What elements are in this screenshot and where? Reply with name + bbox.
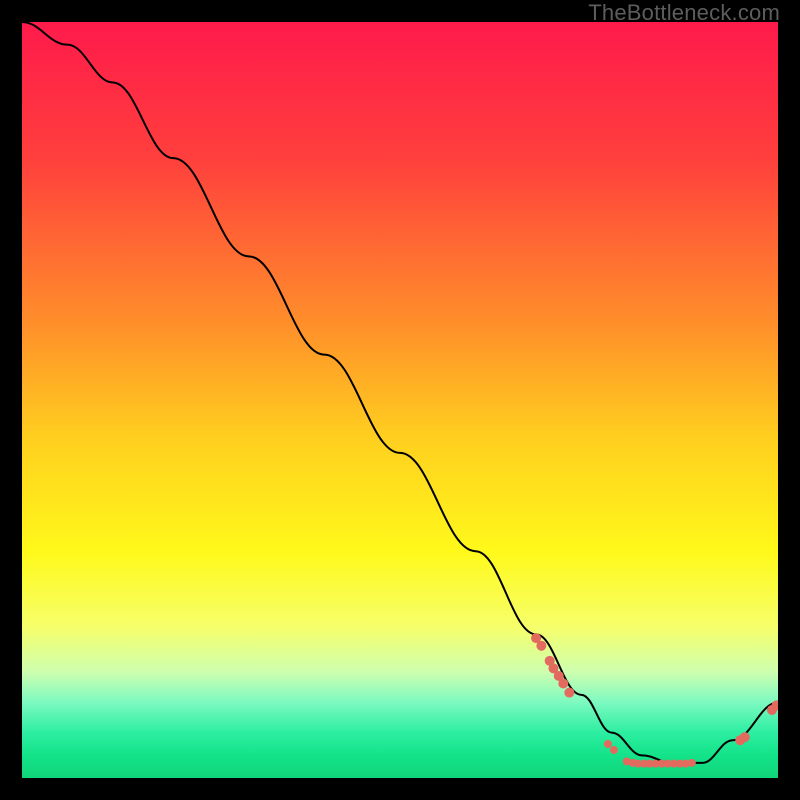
data-marker — [558, 679, 568, 689]
plot-area — [22, 22, 778, 778]
data-marker — [610, 746, 618, 754]
curve-layer — [22, 22, 778, 778]
data-marker — [564, 688, 574, 698]
chart-stage: TheBottleneck.com — [0, 0, 800, 800]
bottleneck-curve — [22, 22, 778, 763]
data-marker — [688, 759, 696, 767]
data-markers — [531, 633, 778, 767]
data-marker — [536, 641, 546, 651]
data-marker — [604, 740, 612, 748]
data-marker — [740, 732, 750, 742]
